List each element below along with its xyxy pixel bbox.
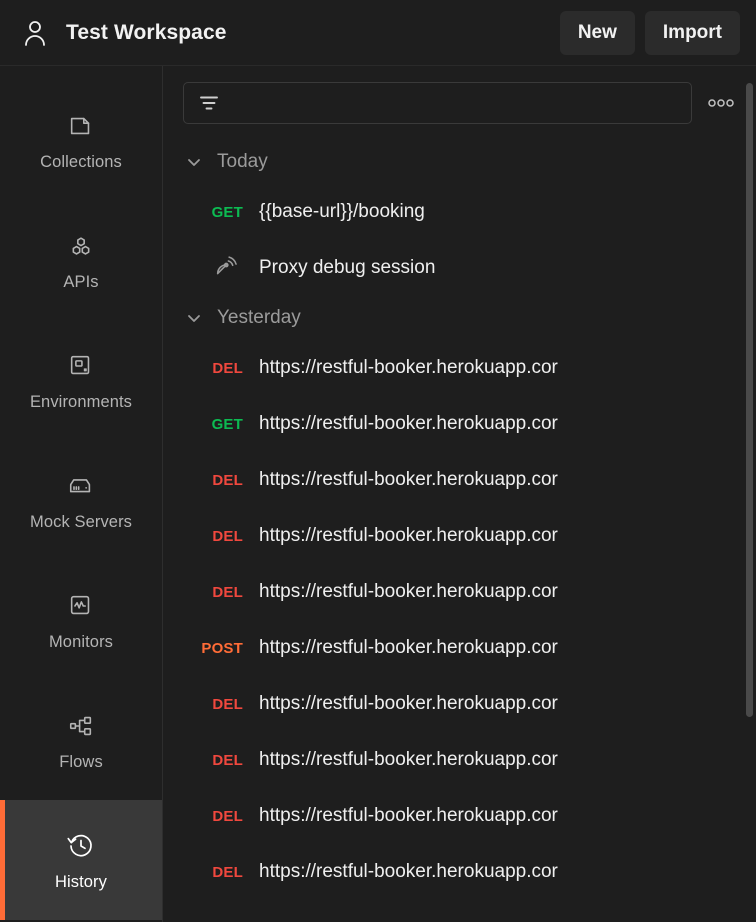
request-method-label: DEL [212,807,243,825]
satellite-dish-icon [185,254,247,282]
sidebar-item-label: Monitors [48,632,114,651]
history-item[interactable]: DEL https://restful-booker.herokuapp.cor [163,340,756,396]
history-item-label: https://restful-booker.herokuapp.cor [259,413,558,434]
app-header: Test Workspace New Import [0,0,756,66]
history-clock-icon [65,830,97,862]
monitors-pulse-icon [65,590,97,622]
history-item-label: https://restful-booker.herokuapp.cor [259,805,558,826]
history-item-label: https://restful-booker.herokuapp.cor [259,469,558,490]
history-item[interactable]: DEL https://restful-booker.herokuapp.cor [163,508,756,564]
filter-box[interactable] [183,82,692,124]
history-group-header-yesterday[interactable]: Yesterday [163,296,756,340]
history-item-label: https://restful-booker.herokuapp.cor [259,693,558,714]
sidebar-item-label: Mock Servers [29,512,133,531]
apis-hexagons-icon [65,230,97,262]
history-pane: Today GET {{base-url}}/booking Proxy debug … [163,66,756,922]
sidebar-item-monitors[interactable]: Monitors [0,560,162,680]
app-body: Collections APIs Environments Mock Servers M… [0,66,756,922]
postman-window: Test Workspace New Import Collections API… [0,0,756,922]
mock-servers-icon [65,470,97,502]
request-method-label: GET [211,203,243,221]
history-toolbar [163,66,756,140]
history-item[interactable]: GET https://restful-booker.herokuapp.cor [163,396,756,452]
sidebar-item-label: Collections [40,152,122,171]
sidebar-item-apis[interactable]: APIs [0,200,162,320]
request-method-label: DEL [212,583,243,601]
sidebar-item-label: Flows [59,752,103,771]
sidebar-item-history[interactable]: History [0,800,162,920]
sidebar-item-collections[interactable]: Collections [0,80,162,200]
history-list[interactable]: Today GET {{base-url}}/booking Proxy debug … [163,140,756,922]
history-item-label: https://restful-booker.herokuapp.cor [259,525,558,546]
flows-nodes-icon [65,710,97,742]
collections-folder-icon [65,110,97,142]
sidebar-item-label: APIs [63,272,99,291]
history-item-label: https://restful-booker.herokuapp.cor [259,861,558,882]
request-method-label: GET [211,415,243,433]
history-item-label: https://restful-booker.herokuapp.cor [259,749,558,770]
history-item-label: https://restful-booker.herokuapp.cor [259,581,558,602]
sidebar-item-environments[interactable]: Environments [0,320,162,440]
more-options-icon[interactable] [700,82,742,124]
request-method-label: DEL [212,751,243,769]
request-method-label: POST [201,639,243,657]
history-item[interactable]: DEL https://restful-booker.herokuapp.cor [163,732,756,788]
import-button[interactable]: Import [644,10,740,55]
request-method-label: DEL [212,863,243,881]
history-item[interactable]: DEL https://restful-booker.herokuapp.cor [163,844,756,900]
history-item[interactable]: DEL https://restful-booker.herokuapp.cor [163,452,756,508]
history-item-label: Proxy debug session [259,257,436,278]
history-item[interactable]: POST https://restful-booker.herokuapp.cor [163,620,756,676]
history-item-label: https://restful-booker.herokuapp.cor [259,357,558,378]
chevron-down-icon[interactable] [185,153,203,171]
new-button[interactable]: New [559,10,635,55]
sidebar-item-mock-servers[interactable]: Mock Servers [0,440,162,560]
history-item[interactable]: DEL https://restful-booker.herokuapp.cor [163,564,756,620]
request-method-label: DEL [212,359,243,377]
primary-sidebar: Collections APIs Environments Mock Servers M… [0,66,163,922]
workspace-title: Test Workspace [66,20,227,44]
filter-input[interactable] [230,94,677,112]
request-method-label: DEL [212,471,243,489]
history-group-title: Today [217,151,268,172]
sidebar-item-label: Environments [29,392,133,411]
history-item-label: {{base-url}}/booking [259,201,425,222]
environments-square-icon [65,350,97,382]
request-method-label: DEL [212,695,243,713]
sidebar-item-label: History [54,872,108,891]
sidebar-item-flows[interactable]: Flows [0,680,162,800]
history-group-header-today[interactable]: Today [163,140,756,184]
history-item-label: https://restful-booker.herokuapp.cor [259,637,558,658]
history-item[interactable]: Proxy debug session [163,240,756,296]
filter-funnel-icon [198,92,220,114]
chevron-down-icon[interactable] [185,309,203,327]
history-item[interactable]: DEL https://restful-booker.herokuapp.cor [163,676,756,732]
person-icon [20,18,50,48]
history-group-title: Yesterday [217,307,301,328]
history-item[interactable]: DEL https://restful-booker.herokuapp.cor [163,788,756,844]
history-item[interactable]: GET {{base-url}}/booking [163,184,756,240]
request-method-label: DEL [212,527,243,545]
scrollbar-thumb[interactable] [746,83,753,717]
